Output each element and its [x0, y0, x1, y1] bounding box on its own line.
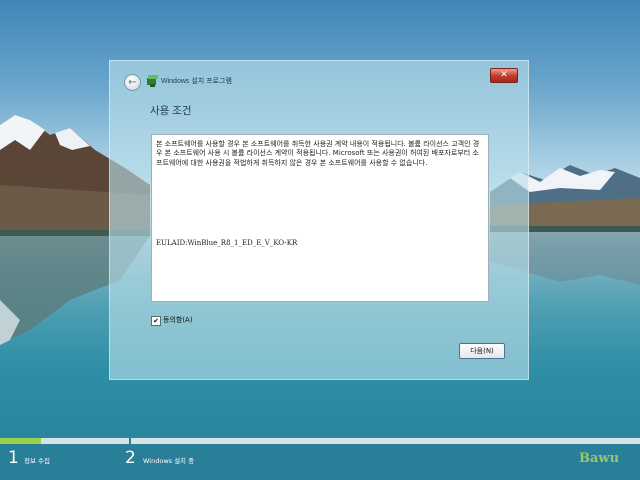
- window-title: Windows 설치 프로그램: [161, 78, 232, 85]
- accept-checkbox[interactable]: ✔: [151, 316, 161, 326]
- back-arrow-icon[interactable]: ←: [124, 74, 141, 91]
- progress-divider: [129, 438, 131, 444]
- step-1-label: 정보 수집: [24, 457, 50, 465]
- setup-dialog: ← Windows 설치 프로그램 ✕ 사용 조건 본 소프트웨어를 사용할 경…: [109, 60, 529, 380]
- watermark-logo: Bawu: [579, 451, 620, 466]
- title-bar: ← Windows 설치 프로그램 ✕: [110, 61, 528, 99]
- page-title: 사용 조건: [150, 105, 192, 117]
- progress-fill: [0, 438, 41, 444]
- setup-progress-bar: 1 정보 수집 2 Windows 설치 중 Bawu: [0, 438, 640, 480]
- license-text: 본 소프트웨어를 사용할 경우 본 소프트웨어를 취득한 사용권 계약 내용이 …: [156, 140, 480, 167]
- next-button[interactable]: 다음(N): [459, 343, 505, 359]
- accept-label[interactable]: 동의함(A): [163, 315, 193, 325]
- eula-id: EULAID:WinBlue_R8_1_ED_E_V_KO-KR: [156, 239, 298, 247]
- close-button[interactable]: ✕: [490, 68, 518, 83]
- step-2-number: 2: [125, 448, 136, 468]
- step-2-label: Windows 설치 중: [143, 457, 195, 465]
- setup-app-icon: [147, 75, 158, 87]
- progress-track: [0, 438, 640, 444]
- license-terms-textbox[interactable]: 본 소프트웨어를 사용할 경우 본 소프트웨어를 취득한 사용권 계약 내용이 …: [151, 134, 489, 302]
- step-1-number: 1: [8, 448, 19, 468]
